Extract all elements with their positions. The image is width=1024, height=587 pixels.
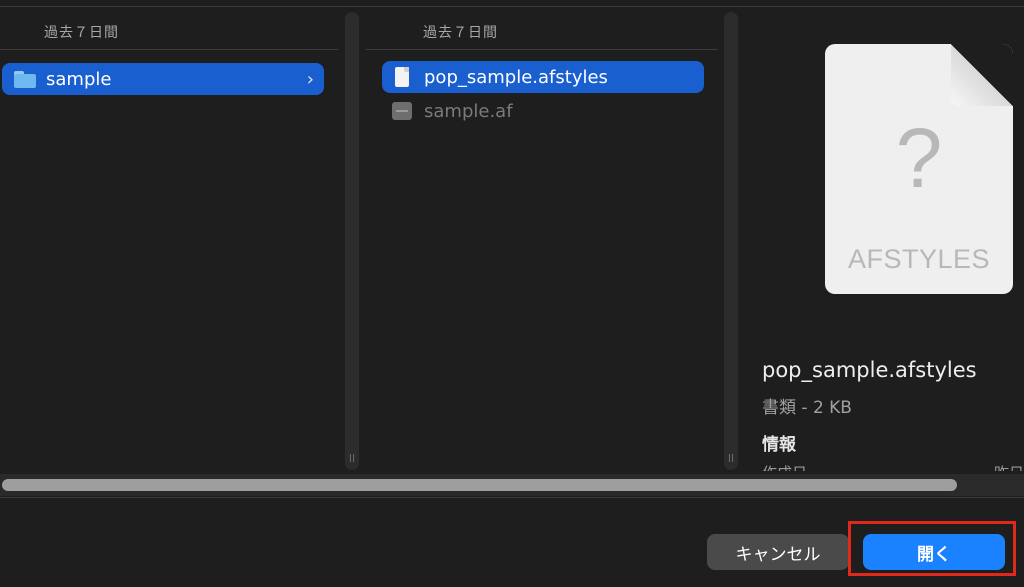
list-item-pop-sample[interactable]: pop_sample.afstyles [382, 61, 704, 93]
chevron-right-icon: › [306, 68, 314, 90]
column-resize-handle[interactable] [350, 454, 354, 462]
highlight-box [848, 521, 1016, 576]
list-item-label: pop_sample.afstyles [424, 66, 608, 88]
cancel-button[interactable]: キャンセル [707, 534, 849, 570]
preview-kind-size: 書類 - 2 KB [762, 398, 852, 418]
column-resize-handle[interactable] [729, 454, 733, 462]
unknown-file-icon: ? [895, 111, 943, 205]
scrollbar-thumb[interactable] [2, 479, 957, 491]
column-2-scrollbar[interactable] [724, 12, 738, 470]
header-divider [0, 49, 338, 50]
header-divider [366, 49, 718, 50]
list-item-sample-folder[interactable]: sample › [2, 63, 324, 95]
column-header: 過去７日間 [423, 25, 498, 41]
list-item-label: sample.af [424, 100, 513, 122]
browser-column-2: 過去７日間 pop_sample.afstyles sample.af [366, 8, 720, 470]
preview-created-label: 作成日 [762, 462, 807, 471]
document-icon [395, 67, 409, 87]
list-item-sample-af[interactable]: sample.af [382, 95, 704, 127]
page-fold [951, 44, 1013, 106]
preview-created-value: 昨日 [994, 462, 1024, 471]
footer-divider [0, 497, 1024, 498]
horizontal-scrollbar[interactable] [0, 474, 1024, 496]
file-extension-label: AFSTYLES [847, 244, 991, 274]
column-1-scrollbar[interactable] [345, 12, 359, 470]
preview-info-heading: 情報 [762, 435, 796, 455]
app-file-icon [392, 102, 412, 120]
folder-icon [14, 70, 36, 88]
list-item-label: sample [46, 68, 112, 90]
preview-file-icon: ? AFSTYLES [825, 44, 1013, 294]
browser-column-1: 過去７日間 sample › [0, 8, 340, 470]
top-divider [0, 6, 1024, 7]
column-header: 過去７日間 [44, 25, 119, 41]
preview-file-name: pop_sample.afstyles [762, 358, 977, 382]
